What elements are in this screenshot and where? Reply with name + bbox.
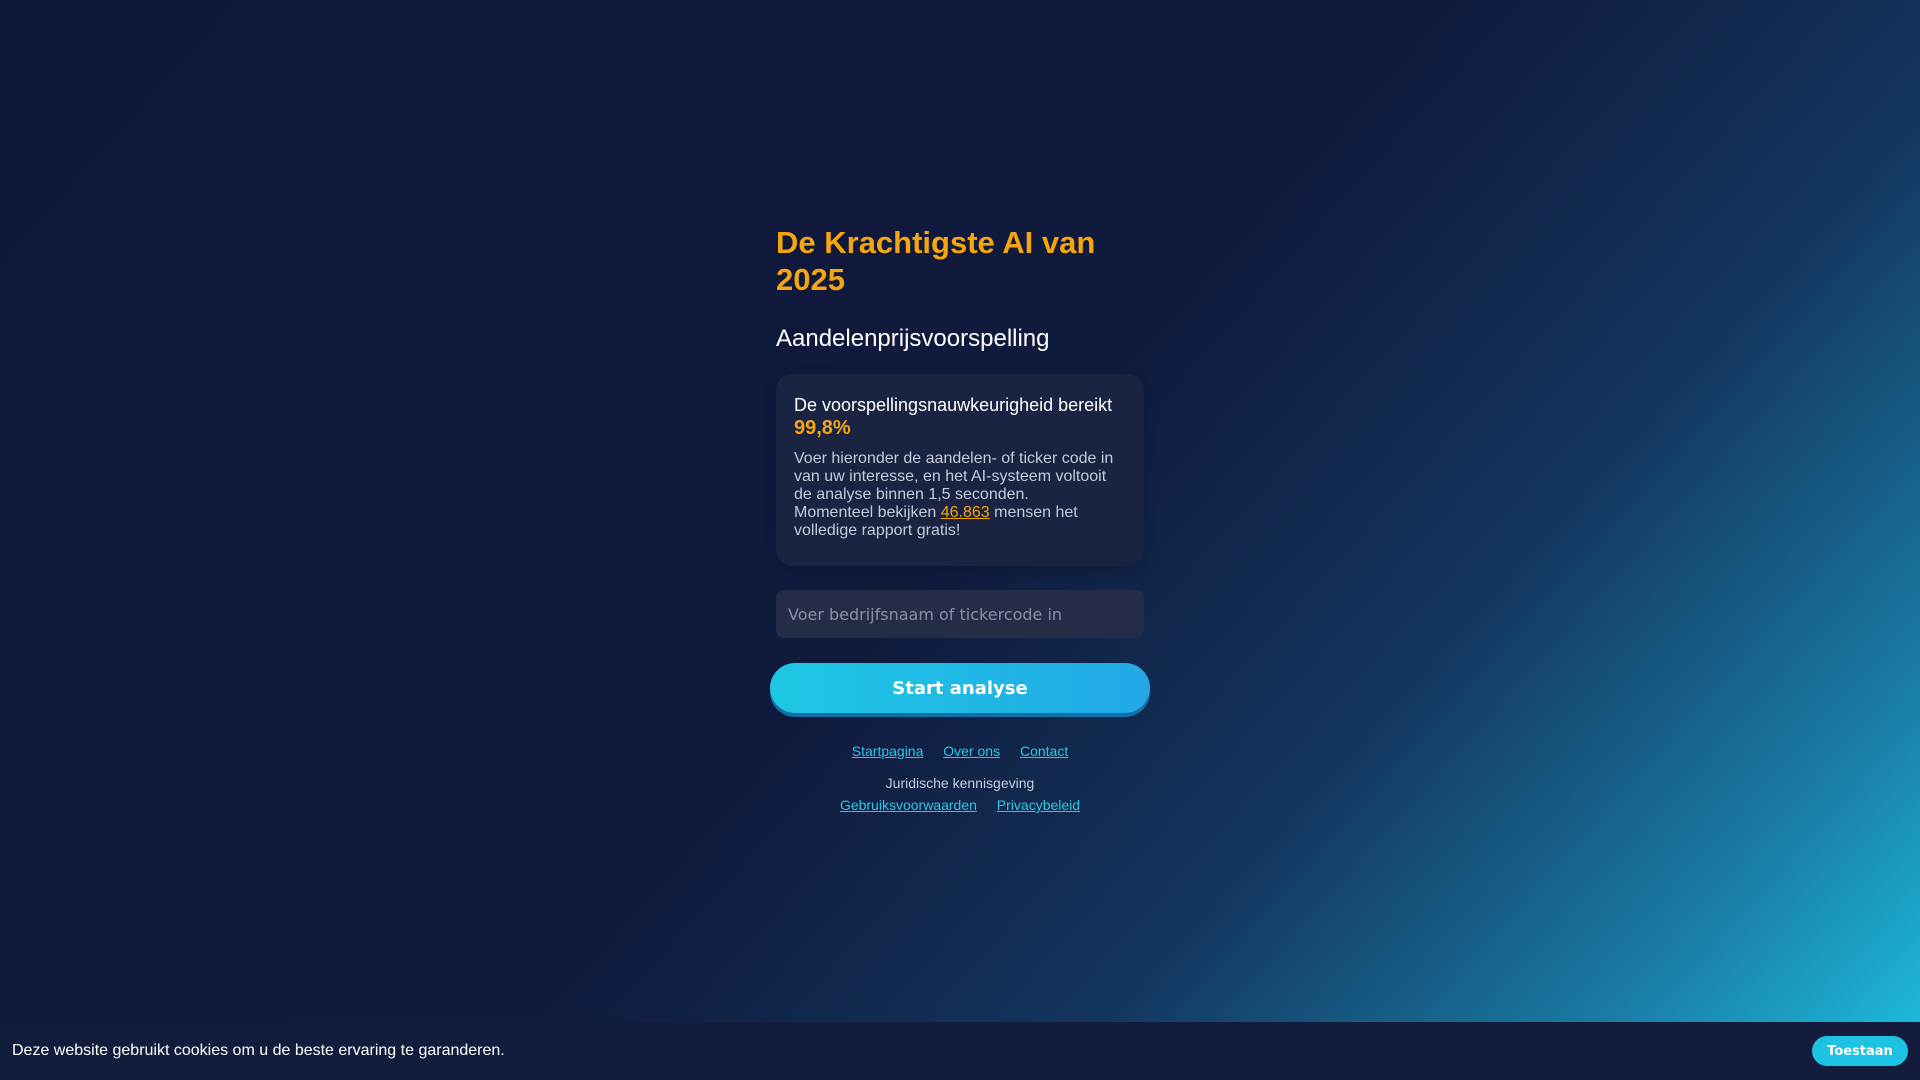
privacy-link[interactable]: Privacybeleid bbox=[997, 797, 1080, 813]
nav-link-contact[interactable]: Contact bbox=[1020, 743, 1068, 759]
main-container: De Krachtigste AI van 2025 Aandelenprijs… bbox=[770, 224, 1150, 813]
legal-links: Gebruiksvoorwaarden Privacybeleid bbox=[776, 797, 1144, 813]
page-title: De Krachtigste AI van 2025 bbox=[776, 225, 1096, 297]
cookie-text: Deze website gebruikt cookies om u de be… bbox=[12, 1042, 505, 1059]
start-analysis-button[interactable]: Start analyse bbox=[770, 663, 1150, 713]
viewers-prefix: Momenteel bekijken bbox=[794, 504, 937, 521]
terms-link[interactable]: Gebruiksvoorwaarden bbox=[840, 797, 977, 813]
viewers-count-link[interactable]: 46.863 bbox=[941, 504, 990, 521]
nav-link-home[interactable]: Startpagina bbox=[852, 743, 924, 759]
description: Voer hieronder de aandelen- of ticker co… bbox=[794, 450, 1114, 503]
description-text: Voer hieronder de aandelen- of ticker co… bbox=[794, 450, 1126, 540]
page-subtitle: Aandelenprijsvoorspelling bbox=[776, 325, 1050, 352]
cookie-banner: Deze website gebruikt cookies om u de be… bbox=[0, 1022, 1920, 1080]
legal-heading: Juridische kennisgeving bbox=[885, 775, 1035, 791]
nav-link-about[interactable]: Over ons bbox=[943, 743, 1000, 759]
footer-nav: Startpagina Over ons Contact bbox=[776, 743, 1144, 759]
accuracy-value: 99,8% bbox=[794, 417, 851, 439]
accuracy-line: De voorspellingsnauwkeurigheid bereikt 9… bbox=[794, 394, 1126, 440]
search-input[interactable] bbox=[776, 590, 1144, 638]
accuracy-label: De voorspellingsnauwkeurigheid bereikt bbox=[794, 395, 1113, 415]
cookie-accept-button[interactable]: Toestaan bbox=[1812, 1036, 1908, 1066]
info-card: De voorspellingsnauwkeurigheid bereikt 9… bbox=[776, 374, 1144, 566]
